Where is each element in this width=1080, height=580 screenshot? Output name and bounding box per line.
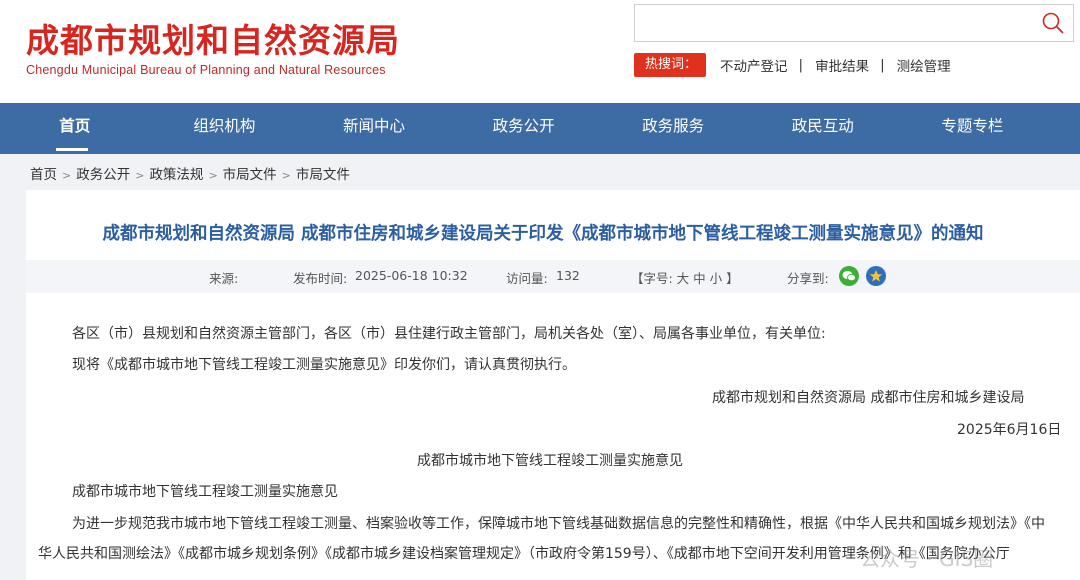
main-nav: 首页 组织机构 新闻中心 政务公开 政务服务 政民互动 专题专栏 bbox=[0, 103, 1080, 154]
site-logo-title[interactable]: 成都市规划和自然资源局 bbox=[26, 14, 400, 62]
meta-views-value: 132 bbox=[556, 268, 580, 283]
search-icon[interactable] bbox=[1041, 11, 1065, 35]
search-box bbox=[634, 4, 1074, 42]
hot-separator: | bbox=[880, 57, 885, 73]
nav-item-gov-affairs-open[interactable]: 政务公开 bbox=[449, 103, 599, 154]
attachment-title: 成都市城市地下管线工程竣工测量实施意见 bbox=[417, 453, 683, 469]
hot-search-bar: 热搜词： 不动产登记 | 审批结果 | 测绘管理 bbox=[634, 53, 951, 77]
breadcrumb-separator: > bbox=[208, 169, 218, 182]
signer-line: 成都市规划和自然资源局 成都市住房和城乡建设局 bbox=[712, 390, 1025, 406]
meta-share-label: 分享到: bbox=[787, 271, 829, 286]
meta-font-size-control[interactable]: 【字号: 大 中 小 】 bbox=[631, 268, 739, 287]
site-header: 成都市规划和自然资源局 Chengdu Municipal Bureau of … bbox=[0, 0, 1080, 103]
nav-item-interaction[interactable]: 政民互动 bbox=[748, 103, 898, 154]
breadcrumb-bureau-docs[interactable]: 市局文件 bbox=[223, 167, 277, 183]
nav-item-home[interactable]: 首页 bbox=[0, 103, 150, 154]
breadcrumb-separator: > bbox=[281, 169, 291, 182]
article-meta-bar: 来源: 发布时间: 2025-06-18 10:32 访问量: 132 【字号:… bbox=[26, 260, 1080, 293]
hot-search-label: 热搜词： bbox=[634, 53, 707, 77]
breadcrumb-bureau-docs-current[interactable]: 市局文件 bbox=[296, 167, 350, 183]
nav-item-organization[interactable]: 组织机构 bbox=[150, 103, 300, 154]
hot-link-real-estate[interactable]: 不动产登记 bbox=[720, 55, 788, 75]
nav-item-special-topics[interactable]: 专题专栏 bbox=[898, 103, 1048, 154]
addressee-paragraph: 各区（市）县规划和自然资源主管部门，各区（市）县住建行政主管部门，局机关各处（室… bbox=[72, 326, 826, 342]
meta-views-label: 访问量: bbox=[506, 271, 548, 286]
breadcrumb-separator: > bbox=[135, 169, 145, 182]
search-input[interactable] bbox=[635, 5, 1030, 41]
article-container: 成都市规划和自然资源局 成都市住房和城乡建设局关于印发《成都市城市地下管线工程竣… bbox=[26, 190, 1080, 580]
meta-source-label: 来源: bbox=[209, 271, 239, 286]
watermark-text: 公众号 · GIS圈 bbox=[860, 547, 994, 571]
favorite-star-icon[interactable] bbox=[866, 266, 886, 286]
meta-date-label: 发布时间: bbox=[293, 271, 348, 286]
breadcrumb-gov-affairs[interactable]: 政务公开 bbox=[76, 167, 130, 183]
nav-item-gov-services[interactable]: 政务服务 bbox=[598, 103, 748, 154]
body-paragraph-line1: 为进一步规范我市城市地下管线工程竣工测量、档案验收等工作，保障城市地下管线基础数… bbox=[72, 516, 1045, 532]
wechat-share-icon[interactable] bbox=[839, 266, 859, 286]
notice-paragraph: 现将《成都市城市地下管线工程竣工测量实施意见》印发你们，请认真贯彻执行。 bbox=[72, 357, 576, 373]
breadcrumb-policies[interactable]: 政策法规 bbox=[149, 167, 203, 183]
hot-link-surveying[interactable]: 测绘管理 bbox=[897, 55, 951, 75]
doc-heading: 成都市城市地下管线工程竣工测量实施意见 bbox=[72, 484, 338, 500]
article-title: 成都市规划和自然资源局 成都市住房和城乡建设局关于印发《成都市城市地下管线工程竣… bbox=[102, 224, 984, 244]
breadcrumb-home[interactable]: 首页 bbox=[30, 167, 57, 183]
hot-link-approval-results[interactable]: 审批结果 bbox=[815, 55, 869, 75]
nav-item-news[interactable]: 新闻中心 bbox=[299, 103, 449, 154]
breadcrumb-separator: > bbox=[62, 169, 72, 182]
site-logo-subtitle: Chengdu Municipal Bureau of Planning and… bbox=[26, 63, 386, 77]
breadcrumb: 首页 > 政务公开 > 政策法规 > 市局文件 > 市局文件 bbox=[30, 163, 350, 183]
meta-date-value: 2025-06-18 10:32 bbox=[355, 268, 468, 283]
hot-separator: | bbox=[798, 57, 804, 73]
signature-date: 2025年6月16日 bbox=[957, 422, 1062, 438]
